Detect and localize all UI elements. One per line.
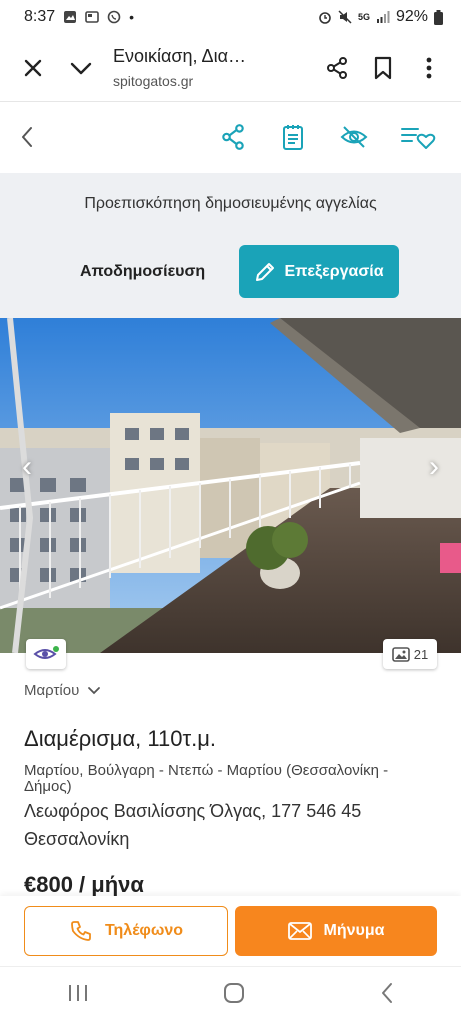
- eye-icon: [33, 646, 59, 659]
- unpublish-button[interactable]: Αποδημοσίευση: [80, 263, 205, 281]
- page-title: Ενοικίαση, Δια…: [113, 46, 246, 66]
- page-url: spitogatos.gr: [113, 73, 194, 89]
- edit-label: Επεξεργασία: [284, 262, 384, 280]
- mute-icon: [338, 10, 352, 24]
- month-label: Μαρτίου: [24, 682, 80, 699]
- message-button[interactable]: Μήνυμα: [235, 906, 437, 956]
- share-icon: [222, 124, 244, 150]
- bookmark-icon: [374, 56, 392, 79]
- battery-icon: [434, 9, 443, 25]
- browser-share-button[interactable]: [317, 48, 357, 88]
- listing-address: Λεωφόρος Βασιλίσσης Όλγας, 177 546 45 Θε…: [24, 801, 362, 849]
- status-right: 5G 92%: [318, 8, 443, 26]
- notes-button[interactable]: [282, 123, 304, 156]
- network-type: 5G: [357, 12, 370, 22]
- listing-share-button[interactable]: [220, 123, 246, 156]
- recents-icon: [69, 985, 88, 1001]
- page-info: Ενοικίαση, Δια… spitogatos.gr: [101, 46, 317, 89]
- minimize-tab-button[interactable]: [61, 48, 101, 88]
- hide-listing-button[interactable]: [340, 123, 368, 156]
- photo-count: 21: [413, 646, 429, 662]
- chevron-down-icon: [70, 62, 92, 74]
- status-left: 8:37 •: [24, 8, 134, 26]
- home-icon: [224, 983, 245, 1003]
- home-button[interactable]: [223, 982, 245, 1009]
- back-icon: [381, 983, 392, 1003]
- save-list-button[interactable]: [400, 123, 436, 156]
- notification-dot-icon: •: [129, 9, 135, 25]
- signal-icon: [376, 11, 390, 23]
- location-selector[interactable]: Μαρτίου: [24, 682, 101, 699]
- share-icon: [327, 56, 347, 79]
- contact-bar: Τηλέφωνο Μήνυμα: [0, 896, 461, 966]
- balcony-photo: [0, 318, 461, 653]
- listing-photo[interactable]: ‹ ›: [0, 318, 461, 653]
- views-badge: [26, 639, 66, 669]
- pencil-icon: [256, 262, 275, 281]
- chevron-down-icon: [88, 686, 101, 694]
- gallery-icon: [391, 646, 410, 662]
- viber-notification-icon: [107, 10, 121, 24]
- gallery-notification-icon: [64, 11, 77, 23]
- system-nav-bar: [0, 966, 461, 1024]
- listing-price: €800 / μήνα: [24, 872, 144, 897]
- listing-title: Διαμέρισμα, 110τ.μ.: [24, 726, 217, 751]
- preview-panel: Προεπισκόπηση δημοσιευμένης αγγελίας Απο…: [0, 173, 461, 318]
- mail-icon: [287, 922, 312, 940]
- status-bar: 8:37 • 5G 92%: [0, 0, 461, 34]
- list-heart-icon: [401, 128, 436, 149]
- alarm-icon: [319, 12, 331, 24]
- listing-action-bar: [0, 103, 461, 173]
- edit-button[interactable]: Επεξεργασία: [239, 245, 399, 298]
- back-chevron-icon: [22, 127, 32, 147]
- message-label: Μήνυμα: [323, 922, 385, 939]
- recents-button[interactable]: [67, 983, 89, 1008]
- back-button[interactable]: [20, 125, 34, 154]
- system-back-button[interactable]: [380, 982, 394, 1009]
- close-tab-button[interactable]: [13, 48, 53, 88]
- battery-percent: 92%: [395, 8, 428, 25]
- close-icon: [24, 59, 42, 76]
- preview-message: Προεπισκόπηση δημοσιευμένης αγγελίας: [84, 195, 377, 212]
- bookmark-button[interactable]: [363, 48, 403, 88]
- photo-count-badge[interactable]: 21: [383, 639, 437, 669]
- previous-photo-button[interactable]: ‹: [22, 452, 32, 482]
- phone-label: Τηλέφωνο: [104, 922, 184, 939]
- listing-area: Μαρτίου, Βούλγαρη - Ντεπώ - Μαρτίου (Θεσ…: [24, 762, 389, 795]
- phone-button[interactable]: Τηλέφωνο: [24, 906, 228, 956]
- more-options-button[interactable]: [409, 48, 449, 88]
- phone-icon: [71, 921, 91, 941]
- more-vert-icon: [426, 57, 432, 78]
- news-notification-icon: [85, 11, 99, 23]
- next-photo-button[interactable]: ›: [429, 452, 439, 482]
- notes-icon: [283, 125, 303, 150]
- hide-eye-icon: [340, 126, 368, 148]
- browser-toolbar: Ενοικίαση, Δια… spitogatos.gr: [0, 34, 461, 102]
- status-time: 8:37: [24, 8, 56, 25]
